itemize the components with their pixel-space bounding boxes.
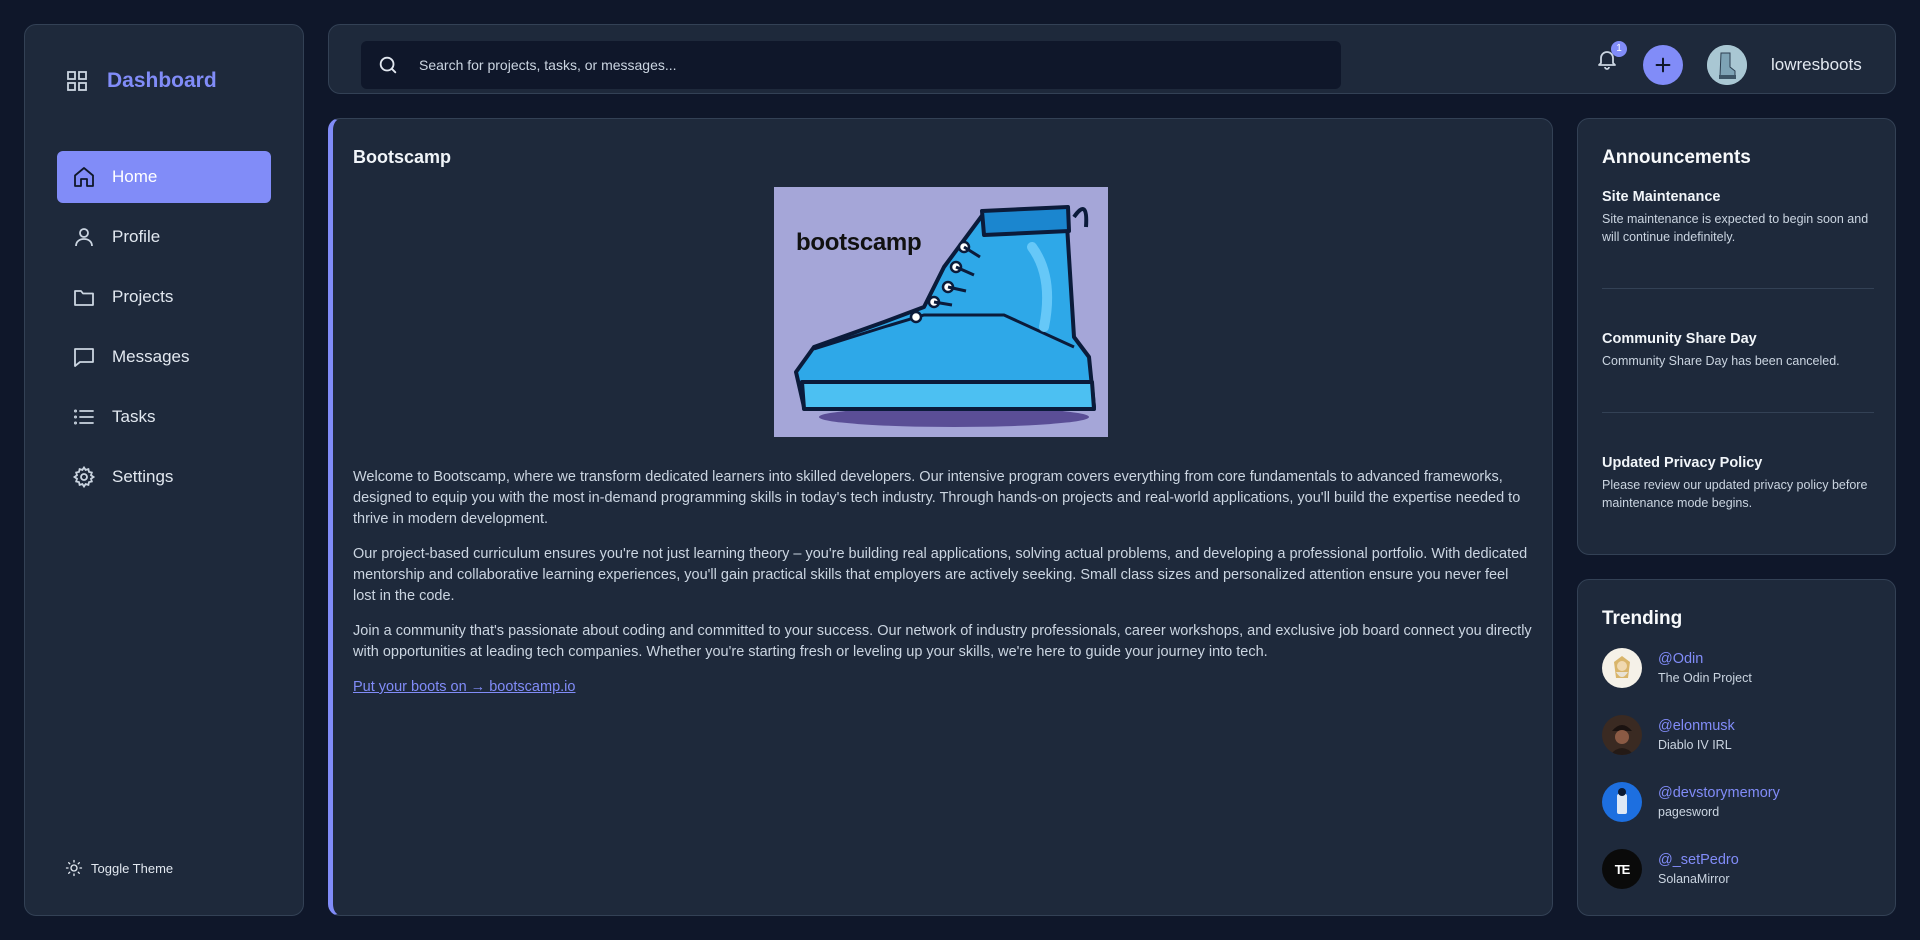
avatar — [1602, 715, 1642, 755]
search-bar[interactable] — [361, 41, 1341, 89]
divider — [1602, 288, 1874, 289]
announcement-item[interactable]: Community Share Day Community Share Day … — [1602, 331, 1874, 370]
announcement-body: Community Share Day has been canceled. — [1602, 354, 1840, 368]
search-icon — [379, 56, 397, 74]
sidebar-item-settings[interactable]: Settings — [57, 451, 271, 503]
home-icon — [74, 167, 94, 187]
paragraph: Join a community that's passionate about… — [353, 623, 1532, 660]
sidebar-item-home[interactable]: Home — [57, 151, 271, 203]
message-icon — [74, 348, 94, 367]
trending-subtitle: pagesword — [1658, 805, 1720, 819]
announcement-title: Updated Privacy Policy — [1602, 455, 1763, 471]
sidebar-item-messages[interactable]: Messages — [57, 331, 271, 383]
announcements-card: Announcements Site Maintenance Site main… — [1577, 118, 1896, 555]
sidebar-item-profile[interactable]: Profile — [57, 211, 271, 263]
sidebar-item-label: Settings — [112, 467, 174, 486]
trending-item[interactable]: TE @_setPedro SolanaMirror — [1602, 849, 1739, 889]
notification-badge: 1 — [1611, 41, 1627, 57]
paragraph: Welcome to Bootscamp, where we transform… — [353, 469, 1521, 527]
announcement-title: Community Share Day — [1602, 331, 1757, 347]
toggle-theme-button[interactable]: Toggle Theme — [65, 859, 173, 877]
sun-icon — [65, 859, 83, 877]
trending-item[interactable]: @elonmusk Diablo IV IRL — [1602, 715, 1735, 755]
trending-subtitle: SolanaMirror — [1658, 872, 1730, 886]
page-title: Bootscamp — [353, 147, 452, 167]
trending-handle: @Odin — [1658, 651, 1704, 667]
toggle-theme-label: Toggle Theme — [91, 860, 174, 876]
top-bar: 1 lowresboots — [328, 24, 1896, 94]
dashboard-grid-icon — [67, 71, 87, 91]
trending-handle: @elonmusk — [1658, 718, 1735, 734]
search-input[interactable] — [419, 57, 1319, 73]
avatar — [1602, 782, 1642, 822]
devstorymemory-avatar-icon — [1602, 782, 1642, 822]
cta-link[interactable]: Put your boots on → bootscamp.io — [353, 679, 575, 695]
main-content: Bootscamp bootscamp Welcome to Bootscamp… — [328, 118, 1553, 916]
avatar — [1602, 648, 1642, 688]
paragraph: Our project-based curriculum ensures you… — [353, 546, 1528, 604]
divider — [1602, 412, 1874, 413]
trending-handle: @_setPedro — [1658, 852, 1739, 868]
announcement-item[interactable]: Site Maintenance Site maintenance is exp… — [1602, 189, 1874, 246]
announcement-title: Site Maintenance — [1602, 189, 1721, 205]
elonmusk-avatar-icon — [1602, 715, 1642, 755]
username[interactable]: lowresboots — [1771, 55, 1862, 75]
trending-title: Trending — [1602, 608, 1683, 629]
sidebar-brand[interactable]: Dashboard — [65, 69, 217, 93]
user-icon — [75, 228, 93, 247]
sidebar-item-projects[interactable]: Projects — [57, 271, 271, 323]
notifications-button[interactable]: 1 — [1595, 41, 1627, 73]
trending-item[interactable]: @devstorymemory pagesword — [1602, 782, 1780, 822]
odin-avatar-icon — [1602, 648, 1642, 688]
sidebar-item-label: Messages — [112, 347, 190, 366]
hero-logo-text: bootscamp — [796, 229, 922, 256]
announcements-title: Announcements — [1602, 147, 1751, 168]
announcement-body: Please review our updated privacy policy… — [1602, 478, 1868, 510]
sidebar: Dashboard Home Profile Projects Messages — [24, 24, 304, 916]
gear-icon — [72, 465, 96, 489]
sidebar-item-label: Projects — [112, 287, 174, 306]
trending-handle: @devstorymemory — [1658, 785, 1780, 801]
user-avatar[interactable] — [1707, 45, 1747, 85]
hero-image: bootscamp — [774, 187, 1108, 437]
trending-subtitle: Diablo IV IRL — [1658, 738, 1732, 752]
folder-icon — [74, 290, 94, 306]
announcement-body: Site maintenance is expected to begin so… — [1602, 212, 1869, 244]
sidebar-item-label: Tasks — [112, 407, 156, 426]
sidebar-item-tasks[interactable]: Tasks — [57, 391, 271, 443]
setpedro-avatar-logo: TE — [1614, 861, 1631, 877]
avatar: TE — [1602, 849, 1642, 889]
sidebar-nav: Home Profile Projects Messages Tasks Set… — [57, 151, 271, 511]
article-body: Welcome to Bootscamp, where we transform… — [353, 467, 1533, 712]
sidebar-item-label: Home — [112, 167, 158, 186]
trending-subtitle: The Odin Project — [1658, 671, 1752, 685]
announcement-item[interactable]: Updated Privacy Policy Please review our… — [1602, 455, 1874, 512]
boot-avatar-icon — [1707, 45, 1747, 85]
add-button[interactable] — [1643, 45, 1683, 85]
boot-illustration-icon — [794, 205, 1096, 427]
trending-item[interactable]: @Odin The Odin Project — [1602, 648, 1752, 688]
trending-card: Trending @Odin The Odin Project @elonmus… — [1577, 579, 1896, 916]
plus-icon — [1655, 57, 1671, 73]
list-icon — [74, 409, 94, 425]
sidebar-item-label: Profile — [112, 227, 161, 246]
sidebar-title: Dashboard — [107, 69, 217, 92]
